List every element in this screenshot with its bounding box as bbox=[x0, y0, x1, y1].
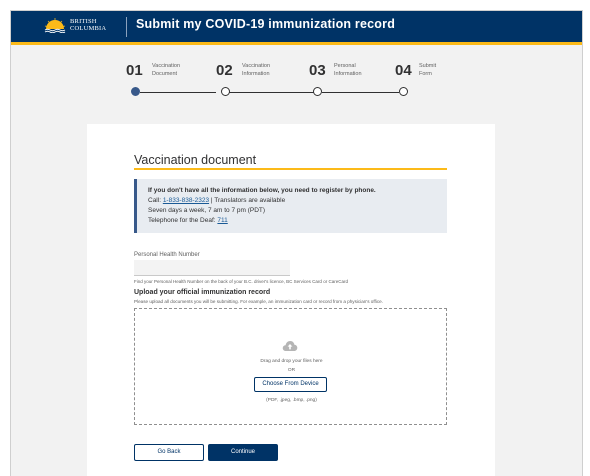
step-number-4: 04 bbox=[395, 62, 412, 79]
cloud-upload-icon bbox=[282, 341, 298, 351]
step-label-3: Personal Information bbox=[334, 63, 362, 77]
step-connector bbox=[322, 92, 399, 93]
step-connector bbox=[140, 92, 216, 93]
callout-hours: Seven days a week, 7 am to 7 pm (PDT) bbox=[148, 207, 266, 214]
deaf-number-link[interactable]: 711 bbox=[217, 217, 227, 224]
upload-title: Upload your official immunization record bbox=[134, 289, 271, 296]
step-number-3: 03 bbox=[309, 62, 326, 79]
bc-sun-logo-icon bbox=[44, 18, 66, 33]
callout-deaf-line: Telephone for the Deaf: 711 bbox=[148, 217, 228, 224]
or-text: OR bbox=[287, 368, 296, 373]
go-back-button[interactable]: Go Back bbox=[134, 444, 204, 461]
phn-label: Personal Health Number bbox=[134, 252, 200, 258]
accepted-formats-text: (PDF, .jpeg, .bmp, .png) bbox=[266, 398, 317, 403]
step-label-1: Vaccination Document bbox=[152, 63, 181, 77]
step-dot-4 bbox=[399, 87, 408, 96]
step-dot-3 bbox=[313, 87, 322, 96]
browser-viewport: BRITISH COLUMBIA Submit my COVID-19 immu… bbox=[10, 10, 583, 476]
phone-registration-callout: If you don't have all the information be… bbox=[134, 179, 447, 233]
phone-number-link[interactable]: 1-833-838-2323 bbox=[163, 197, 209, 204]
file-dropzone[interactable]: Drag and drop your files here OR Choose … bbox=[134, 308, 447, 425]
page-title: Submit my COVID-19 immunization record bbox=[136, 17, 396, 31]
step-number-1: 01 bbox=[126, 62, 143, 79]
continue-button[interactable]: Continue bbox=[208, 444, 278, 461]
drag-drop-text: Drag and drop your files here bbox=[260, 359, 323, 364]
phn-input[interactable] bbox=[134, 260, 290, 276]
callout-heading: If you don't have all the information be… bbox=[148, 187, 376, 194]
section-title: Vaccination document bbox=[134, 153, 257, 167]
callout-phone-line: Call: 1-833-838-2323 | Translators are a… bbox=[148, 197, 286, 204]
step-connector bbox=[229, 92, 314, 93]
step-dot-1-current bbox=[131, 87, 140, 96]
bc-logo-wordmark[interactable]: BRITISH COLUMBIA bbox=[70, 18, 106, 32]
form-card: Vaccination document If you don't have a… bbox=[87, 124, 495, 476]
phn-help-text: Find your Personal Health Number on the … bbox=[134, 279, 348, 284]
step-label-4: Submit Form bbox=[419, 63, 437, 77]
choose-from-device-button[interactable]: Choose From Device bbox=[254, 377, 327, 392]
step-label-2: Vaccination Information bbox=[242, 63, 271, 77]
step-dot-2 bbox=[221, 87, 230, 96]
header-divider bbox=[126, 17, 127, 37]
upload-help-text: Please upload all documents you will be … bbox=[134, 299, 383, 304]
step-number-2: 02 bbox=[216, 62, 233, 79]
site-header: BRITISH COLUMBIA Submit my COVID-19 immu… bbox=[11, 11, 582, 45]
section-title-underline bbox=[134, 168, 447, 170]
